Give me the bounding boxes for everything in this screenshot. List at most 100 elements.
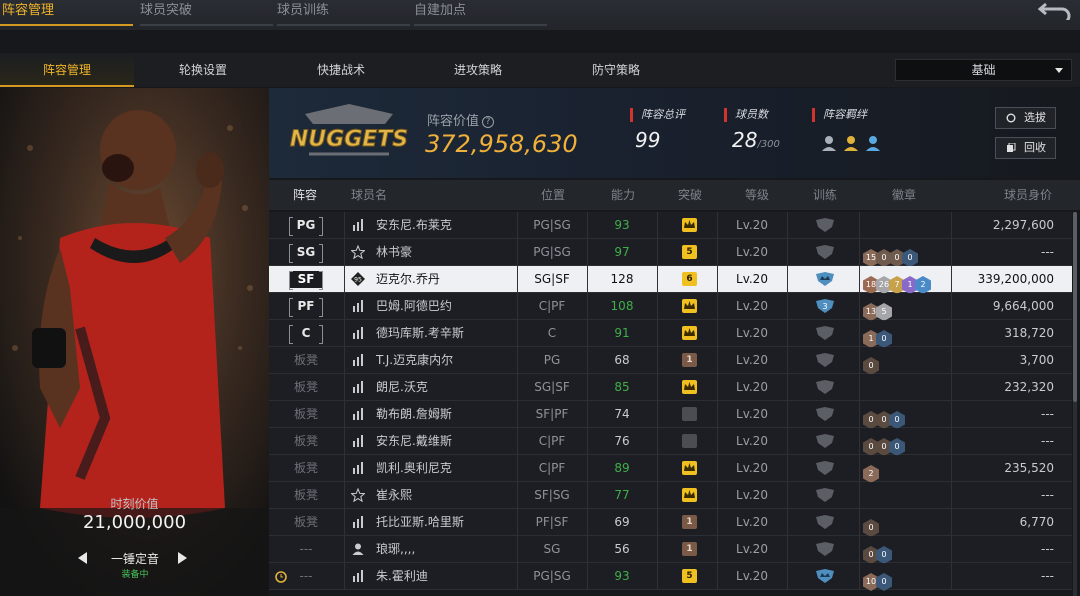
player-name[interactable]: 安东尼.布莱克 <box>376 212 452 238</box>
table-row[interactable]: 板凳 托比亚斯.哈里斯 PF|SF 69 1 Lv.20 0 6,770 <box>269 509 1072 537</box>
column-divider <box>951 563 952 589</box>
team-synergy-stat: 阵容羁绊 <box>812 108 892 122</box>
player-level: Lv.20 <box>736 272 768 286</box>
player-name[interactable]: 林书豪 <box>376 239 412 265</box>
next-skin-arrow-icon[interactable] <box>178 552 187 564</box>
player-name[interactable]: 巴姆.阿德巴约 <box>376 293 452 319</box>
back-arrow-icon[interactable] <box>1038 0 1072 20</box>
table-row[interactable]: 板凳 凯利.奥利尼克 C|PF 89 Lv.20 2 235,520 <box>269 455 1072 483</box>
column-divider <box>344 401 345 427</box>
column-divider <box>657 428 658 454</box>
synergy-gold-icon <box>844 136 858 151</box>
player-count-stat: 球员数 28/300 <box>724 108 794 152</box>
table-row[interactable]: 板凳 朗尼.沃克 SG|SF 85 Lv.20 232,320 <box>269 374 1072 401</box>
col-breakthrough[interactable]: 突破 <box>678 180 702 210</box>
column-divider <box>951 428 952 454</box>
column-divider <box>657 536 658 562</box>
player-level: Lv.20 <box>736 434 768 448</box>
team-logo-text: NUGGETS <box>290 127 408 152</box>
table-row[interactable]: 板凳 勒布朗.詹姆斯 SF|PF 74 Lv.20 0 0 0 --- <box>269 401 1072 429</box>
player-name[interactable]: 托比亚斯.哈里斯 <box>376 509 464 535</box>
table-row[interactable]: 板凳 崔永熙 SF|SG 77 Lv.20 --- <box>269 482 1072 509</box>
prev-skin-arrow-icon[interactable] <box>78 552 87 564</box>
col-level[interactable]: 等级 <box>745 180 769 210</box>
column-divider <box>787 374 788 400</box>
table-row[interactable]: 板凳 安东尼.戴维斯 C|PF 76 Lv.20 0 0 0 --- <box>269 428 1072 456</box>
top-tab-training[interactable]: 球员训练 <box>277 0 410 28</box>
document-icon <box>1007 143 1016 152</box>
stats-bars-icon <box>353 435 363 447</box>
team-rating-label: 阵容总评 <box>630 108 700 122</box>
table-row[interactable]: C 德玛库斯.考辛斯 C 91 Lv.20 1 0 318,720 <box>269 320 1072 348</box>
roster-scrollbar-thumb[interactable] <box>1073 212 1077 402</box>
position-slot: --- <box>299 542 313 556</box>
column-divider <box>951 266 952 292</box>
sub-tab-rotation[interactable]: 轮换设置 <box>136 53 270 87</box>
legend-player-icon: 95 <box>351 272 365 286</box>
table-row[interactable]: --- 朱.霍利迪 PG|SG 93 5 Lv.20 10 0 --- <box>269 563 1072 591</box>
player-name[interactable]: 琅琊,,,, <box>376 536 415 562</box>
col-lineup[interactable]: 阵容 <box>293 180 317 210</box>
stats-bars-icon <box>353 300 363 312</box>
stats-bars-icon <box>353 570 363 582</box>
column-divider <box>859 266 860 292</box>
player-position: C <box>547 326 557 340</box>
col-name[interactable]: 球员名 <box>351 180 387 210</box>
column-divider <box>657 266 658 292</box>
col-badges[interactable]: 徽章 <box>892 180 916 210</box>
recycle-button[interactable]: 回收 <box>995 137 1056 159</box>
top-tab-lineup[interactable]: 阵容管理 <box>0 0 134 28</box>
column-divider <box>657 374 658 400</box>
card-value-label: 时刻价值 <box>110 497 159 511</box>
breakthrough-empty-icon <box>682 407 697 421</box>
column-divider <box>657 239 658 265</box>
player-salary: --- <box>1041 434 1054 448</box>
table-row[interactable]: SG 林书豪 PG|SG 97 5 Lv.20 15 0 0 0 --- <box>269 239 1072 267</box>
player-position: SG|SF <box>534 272 570 286</box>
player-level: Lv.20 <box>736 461 768 475</box>
synergy-icons[interactable] <box>821 134 887 154</box>
roster-table-header: 阵容 球员名 位置 能力 突破 等级 训练 徽章 球员身价 <box>269 180 1080 210</box>
player-salary: --- <box>1041 569 1054 583</box>
player-name[interactable]: 凯利.奥利尼克 <box>376 455 452 481</box>
player-salary: 3,700 <box>1019 353 1054 367</box>
table-row[interactable]: SF 95 迈克尔.乔丹 SG|SF 128 6 Lv.20 18 26 7 1 2 339,200,0… <box>269 266 1072 294</box>
position-slot-badge: SG <box>289 244 323 263</box>
player-name[interactable]: 安东尼.戴维斯 <box>376 428 452 454</box>
player-name[interactable]: 朗尼.沃克 <box>376 374 428 400</box>
breakthrough-badge: 6 <box>682 272 697 286</box>
table-row[interactable]: PG 安东尼.布莱克 PG|SG 93 Lv.20 2,297,600 <box>269 212 1072 239</box>
sub-tab-lineup[interactable]: 阵容管理 <box>0 53 134 87</box>
badge-list: 0 <box>863 513 879 537</box>
player-name[interactable]: 迈克尔.乔丹 <box>376 266 440 292</box>
table-row[interactable]: --- 琅琊,,,, SG 56 1 Lv.20 0 0 --- <box>269 536 1072 564</box>
badge-hex-icon: 0 <box>876 546 892 564</box>
sub-tab-offense[interactable]: 进攻策略 <box>411 53 545 87</box>
sub-tab-quick-tactics[interactable]: 快捷战术 <box>274 53 408 87</box>
player-rating: 128 <box>610 272 634 286</box>
player-name[interactable]: 勒布朗.詹姆斯 <box>376 401 452 427</box>
training-shield-icon <box>816 542 834 556</box>
player-position: C|PF <box>538 434 566 448</box>
col-value[interactable]: 球员身价 <box>1004 180 1052 210</box>
col-training[interactable]: 训练 <box>813 180 837 210</box>
badge-list: 15 0 0 0 <box>863 243 918 267</box>
training-shield-icon <box>816 218 834 232</box>
top-tab-breakthrough[interactable]: 球员突破 <box>140 0 273 28</box>
column-divider <box>859 347 860 373</box>
player-name[interactable]: 德玛库斯.考辛斯 <box>376 320 464 346</box>
star-player-icon <box>351 245 365 259</box>
top-tab-custom-points[interactable]: 自建加点 <box>414 0 547 28</box>
player-name[interactable]: 崔永熙 <box>376 482 412 508</box>
col-position[interactable]: 位置 <box>541 180 565 210</box>
mode-dropdown[interactable]: 基础 <box>895 59 1072 81</box>
select-players-button[interactable]: 选拔 <box>995 107 1056 129</box>
sub-tab-defense[interactable]: 防守策略 <box>549 53 683 87</box>
player-name[interactable]: T.J.迈克康内尔 <box>376 347 453 373</box>
top-tab-label: 阵容管理 <box>2 3 55 18</box>
table-row[interactable]: 板凳 T.J.迈克康内尔 PG 68 1 Lv.20 0 3,700 <box>269 347 1072 375</box>
info-icon[interactable]: ? <box>482 116 495 128</box>
table-row[interactable]: PF 巴姆.阿德巴约 C|PF 108 Lv.20 3 13 5 9,664,000 <box>269 293 1072 321</box>
col-rating[interactable]: 能力 <box>611 180 635 210</box>
player-name[interactable]: 朱.霍利迪 <box>376 563 428 589</box>
